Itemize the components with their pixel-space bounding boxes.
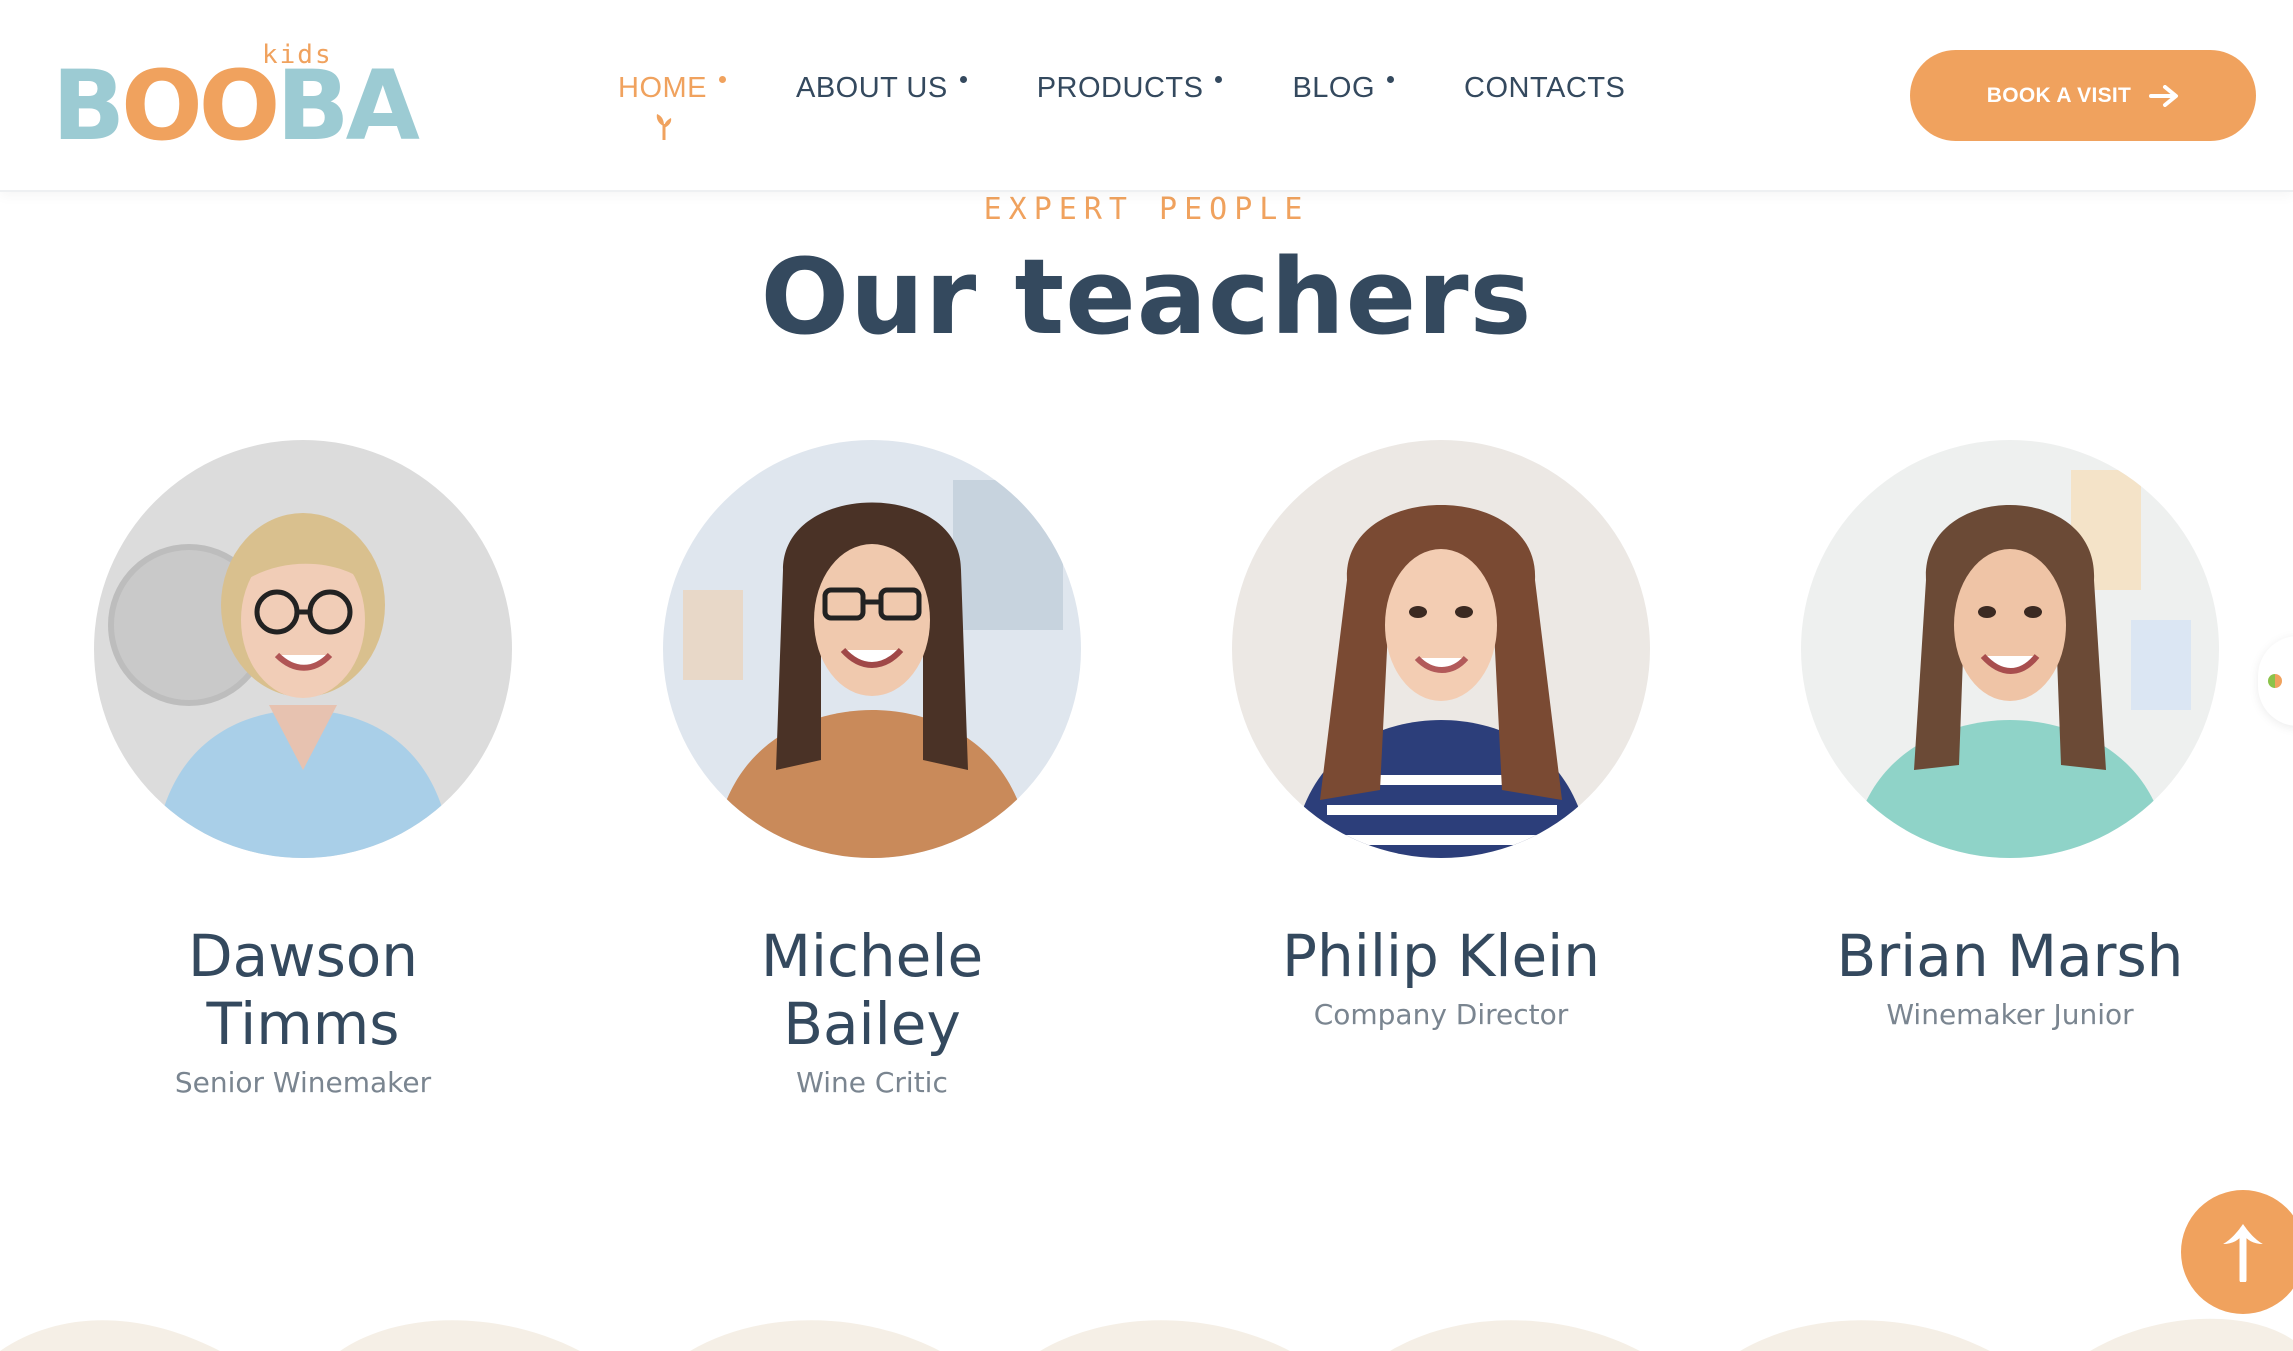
- teacher-role: Senior Winemaker: [174, 1066, 432, 1099]
- main-nav: HOME ABOUT US PRODUCTS BLOG CONTACTS: [618, 72, 1695, 140]
- teacher-photo[interactable]: [1232, 440, 1650, 858]
- teacher-portrait: [1232, 440, 1650, 858]
- nav-item-products[interactable]: PRODUCTS: [1037, 72, 1223, 105]
- decorative-waves: [0, 1318, 2293, 1351]
- nav-dot: [1215, 76, 1223, 83]
- teacher-name[interactable]: Michele Bailey: [662, 922, 1082, 1058]
- teacher-portrait: [1801, 440, 2219, 858]
- teacher-role: Company Director: [1313, 998, 1569, 1031]
- nav-item-blog[interactable]: BLOG: [1292, 72, 1395, 105]
- color-wheel-icon: [2268, 674, 2282, 688]
- nav-dot: [959, 76, 967, 83]
- teacher-card: Brian Marsh Winemaker Junior: [1800, 440, 2220, 1031]
- nav-dot: [719, 76, 726, 83]
- teacher-card: Michele Bailey Wine Critic: [662, 440, 1082, 1099]
- nav-item-label: PRODUCTS: [1036, 72, 1204, 104]
- teacher-name[interactable]: Brian Marsh: [1800, 922, 2220, 990]
- logo[interactable]: kids BOOBA: [52, 40, 420, 162]
- sprout-icon: [656, 114, 672, 140]
- section-eyebrow: EXPERT PEOPLE: [983, 192, 1310, 227]
- teacher-name-line-1: Philip Klein: [1281, 922, 1601, 990]
- site-header: kids BOOBA HOME ABOUT US PRODUCTS BLOG C…: [0, 0, 2293, 190]
- teacher-name[interactable]: Dawson Timms: [93, 922, 513, 1058]
- teacher-name-line-1: Dawson: [187, 922, 419, 990]
- teacher-name-line-1: Michele: [760, 922, 984, 990]
- nav-dot: [1387, 76, 1395, 83]
- nav-item-label: ABOUT US: [796, 72, 948, 104]
- teacher-portrait: [94, 440, 512, 858]
- book-a-visit-button[interactable]: BOOK A VISIT: [1910, 50, 2256, 141]
- side-panel-tab[interactable]: [2258, 636, 2293, 726]
- teacher-name-line-1: Brian Marsh: [1836, 922, 2184, 990]
- arrow-right-icon: [2149, 84, 2179, 107]
- nav-item-label: BLOG: [1292, 72, 1376, 104]
- nav-item-label: CONTACTS: [1464, 72, 1626, 104]
- teacher-name[interactable]: Philip Klein: [1231, 922, 1651, 990]
- logo-letter-group-3: BA: [276, 50, 419, 162]
- teacher-name-line-2: Timms: [206, 990, 400, 1058]
- nav-item-about-us[interactable]: ABOUT US: [796, 72, 967, 105]
- teacher-role: Wine Critic: [796, 1066, 948, 1099]
- nav-item-label: HOME: [618, 72, 707, 104]
- teacher-photo[interactable]: [1801, 440, 2219, 858]
- teacher-name-line-2: Bailey: [783, 990, 961, 1058]
- teacher-photo[interactable]: [94, 440, 512, 858]
- arrow-up-icon: [2223, 1224, 2263, 1282]
- logo-letter-group-2: OO: [121, 50, 280, 162]
- teacher-role: Winemaker Junior: [1886, 998, 2134, 1031]
- logo-letter-group-1: B: [52, 50, 125, 162]
- scroll-to-top-button[interactable]: [2181, 1190, 2293, 1314]
- teacher-portrait: [663, 440, 1081, 858]
- book-a-visit-label: BOOK A VISIT: [1986, 83, 2132, 107]
- nav-item-home[interactable]: HOME: [618, 72, 726, 140]
- teacher-photo[interactable]: [663, 440, 1081, 858]
- nav-item-contacts[interactable]: CONTACTS: [1464, 72, 1625, 105]
- section-title: Our teachers: [760, 236, 1533, 358]
- logo-wordmark: BOOBA: [52, 50, 420, 162]
- teacher-card: Dawson Timms Senior Winemaker: [93, 440, 513, 1099]
- teacher-card: Philip Klein Company Director: [1231, 440, 1651, 1031]
